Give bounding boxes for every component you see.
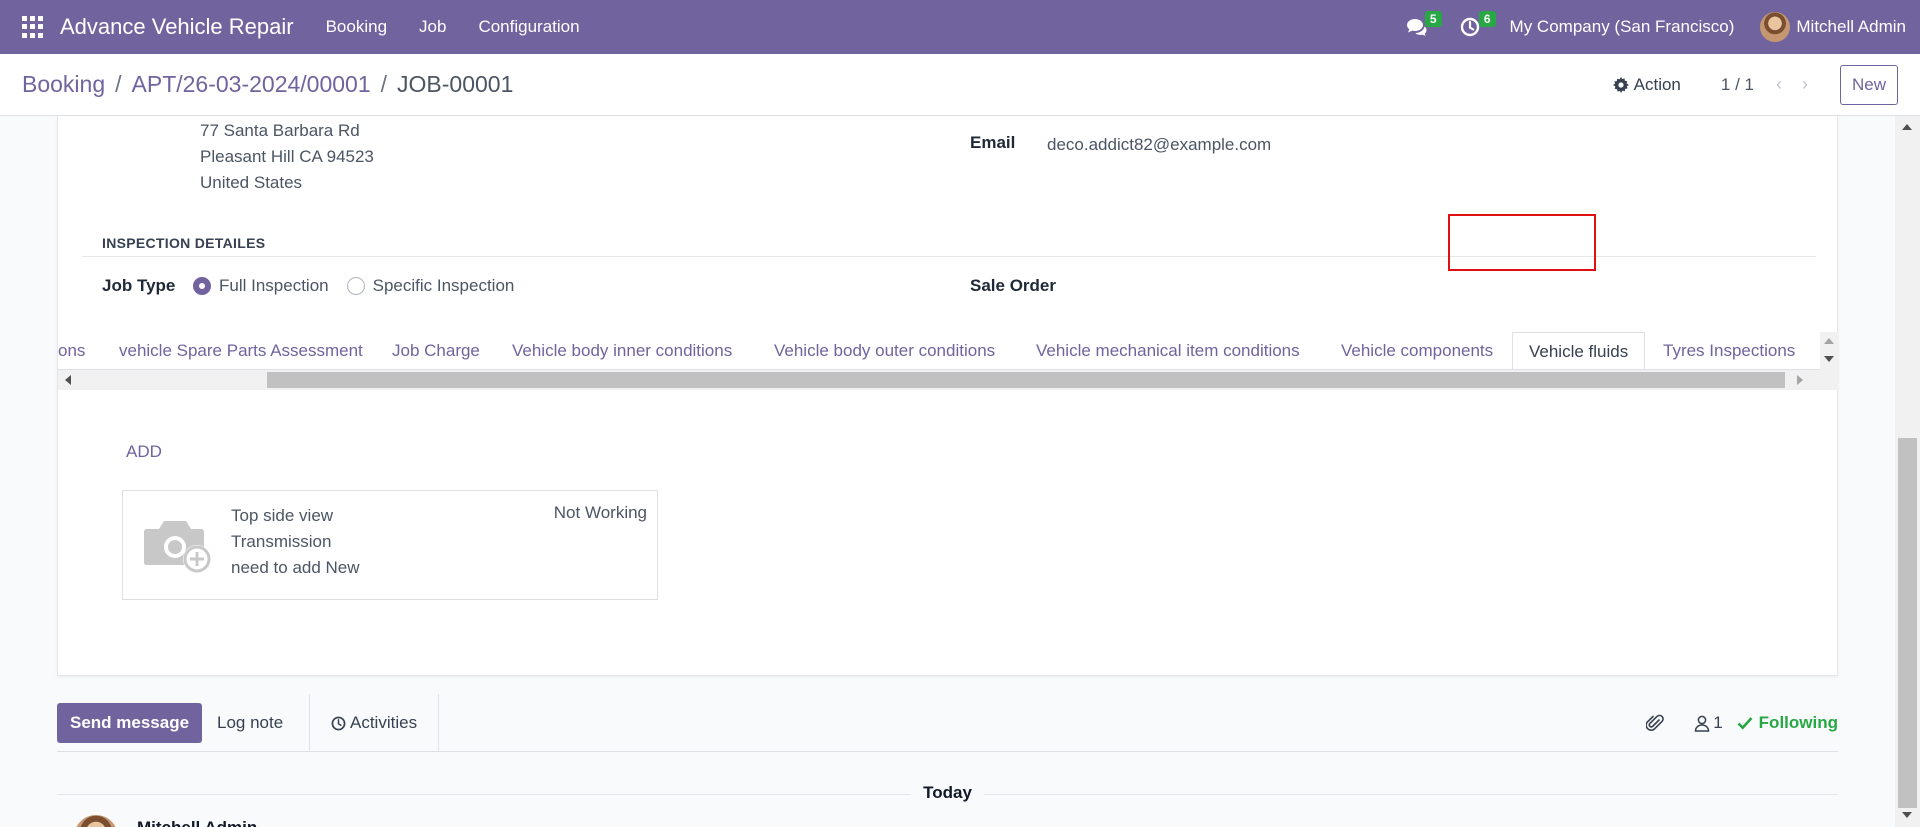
menu-job[interactable]: Job (419, 17, 446, 37)
tab-spare-parts-assessment[interactable]: vehicle Spare Parts Assessment (119, 332, 363, 369)
message-author-avatar[interactable] (74, 815, 118, 827)
tab-mechanical-item-conditions[interactable]: Vehicle mechanical item conditions (1036, 332, 1300, 369)
user-icon (1694, 715, 1710, 732)
menu-configuration[interactable]: Configuration (478, 17, 579, 37)
action-label: Action (1633, 74, 1681, 94)
following-button[interactable]: Following (1737, 713, 1838, 733)
user-avatar[interactable] (1760, 12, 1791, 42)
address-line: Pleasant Hill CA 94523 (200, 147, 374, 166)
card-line-view: Top side view (231, 506, 334, 525)
gear-icon (1612, 76, 1629, 93)
section-divider (82, 256, 1816, 257)
breadcrumb-separator: / (115, 71, 122, 97)
breadcrumb-booking[interactable]: Booking (22, 71, 105, 98)
scroll-left-icon[interactable] (65, 375, 71, 385)
breadcrumb: Booking / APT/26-03-2024/00001 / JOB-000… (22, 71, 513, 98)
tab-job-charge[interactable]: Job Charge (392, 332, 480, 369)
tabs-vertical-scroller[interactable] (1820, 332, 1839, 370)
tab-tyres-inspections[interactable]: Tyres Inspections (1663, 332, 1795, 369)
following-label: Following (1758, 713, 1838, 732)
clock-icon (331, 716, 346, 730)
radio-specific-inspection[interactable] (346, 277, 365, 295)
scroll-right-icon[interactable] (1797, 375, 1803, 385)
address-line: United States (200, 173, 303, 192)
email-value[interactable]: deco.addict82@example.com (1047, 135, 1271, 155)
camera-plus-icon (144, 521, 211, 573)
activities-tab-button[interactable]: Activities (309, 694, 440, 752)
new-button[interactable]: New (1839, 64, 1898, 105)
check-icon (1737, 717, 1753, 730)
pager-next-icon[interactable]: › (1794, 74, 1816, 95)
control-panel: Booking / APT/26-03-2024/00001 / JOB-000… (0, 54, 1920, 116)
pager-previous-icon[interactable]: ‹ (1768, 74, 1790, 95)
pager-value[interactable]: 1 / 1 (1721, 75, 1754, 95)
clock-icon (1460, 17, 1479, 37)
tabs-row: ons vehicle Spare Parts Assessment Job C… (58, 332, 1820, 370)
action-button[interactable]: Action (1612, 74, 1681, 95)
date-separator: Today (0, 783, 1895, 803)
sale-order-label: Sale Order (970, 276, 1056, 295)
chatter-divider (57, 751, 1838, 752)
activities-count-badge: 6 (1478, 11, 1496, 27)
job-type-radio-group: Full Inspection Specific Inspection (193, 276, 532, 296)
messages-button[interactable]: 5 (1402, 11, 1442, 41)
apps-grid-icon[interactable] (22, 16, 44, 38)
tabs-horizontal-scrollbar[interactable] (58, 370, 1839, 390)
radio-specific-inspection-label[interactable]: Specific Inspection (373, 276, 515, 296)
section-title-inspection: INSPECTION DETAILES (102, 235, 266, 251)
send-message-button[interactable]: Send message (57, 703, 203, 743)
radio-full-inspection-label[interactable]: Full Inspection (219, 276, 329, 296)
scroll-up-icon[interactable] (1902, 124, 1912, 130)
breadcrumb-current-job: JOB-00001 (397, 71, 514, 97)
scroll-down-icon[interactable] (1824, 356, 1834, 362)
breadcrumb-separator: / (380, 71, 388, 97)
scroll-down-icon[interactable] (1902, 812, 1912, 818)
tab-body-outer-conditions[interactable]: Vehicle body outer conditions (774, 332, 995, 369)
card-status: Not Working (553, 503, 647, 522)
log-note-button[interactable]: Log note (217, 703, 283, 743)
job-type-label: Job Type (102, 276, 176, 295)
tab-partial-ons[interactable]: ons (58, 332, 85, 369)
message-author[interactable]: Mitchell Admin (137, 818, 257, 827)
address-line: 77 Santa Barbara Rd (200, 121, 360, 140)
app-title[interactable]: Advance Vehicle Repair (60, 14, 294, 40)
tab-body-inner-conditions[interactable]: Vehicle body inner conditions (512, 332, 732, 369)
activities-button[interactable]: 6 (1456, 11, 1496, 41)
top-navbar: Advance Vehicle Repair Booking Job Confi… (0, 0, 1920, 54)
tab-vehicle-components[interactable]: Vehicle components (1341, 332, 1493, 369)
chat-icon (1406, 19, 1427, 36)
activities-label: Activities (350, 713, 418, 732)
followers-count: 1 (1713, 713, 1723, 732)
menu-booking[interactable]: Booking (326, 17, 387, 37)
tab-vehicle-fluids[interactable]: Vehicle fluids (1512, 332, 1646, 369)
fluid-item-card[interactable]: Top side view Transmission need to add N… (122, 490, 658, 600)
card-details: Top side view Transmission need to add N… (231, 503, 360, 581)
breadcrumb-appointment[interactable]: APT/26-03-2024/00001 (132, 71, 371, 98)
card-line-note: need to add New (231, 558, 360, 577)
company-switcher[interactable]: My Company (San Francisco) (1510, 17, 1735, 37)
customer-address: 77 Santa Barbara Rd Pleasant Hill CA 945… (200, 118, 374, 196)
email-label: Email (970, 133, 1016, 152)
paperclip-icon[interactable] (1646, 713, 1665, 733)
scroll-up-icon[interactable] (1824, 338, 1834, 344)
followers-button[interactable]: 1 (1694, 713, 1723, 733)
date-separator-label: Today (911, 783, 984, 802)
tabs-scroll-thumb[interactable] (267, 372, 1785, 388)
add-line-button[interactable]: ADD (126, 442, 162, 462)
card-line-component: Transmission (231, 532, 332, 551)
notebook-tabs: ons vehicle Spare Parts Assessment Job C… (58, 332, 1839, 390)
form-sheet: 77 Santa Barbara Rd Pleasant Hill CA 945… (57, 116, 1839, 676)
user-menu[interactable]: Mitchell Admin (1796, 17, 1906, 37)
page-scroll-thumb[interactable] (1898, 438, 1917, 808)
messages-count-badge: 5 (1424, 11, 1442, 27)
page-scrollbar[interactable] (1895, 116, 1920, 827)
radio-full-inspection[interactable] (193, 277, 211, 295)
chatter-toolbar: Send message Log note Activities 1 Follo… (0, 694, 1900, 752)
